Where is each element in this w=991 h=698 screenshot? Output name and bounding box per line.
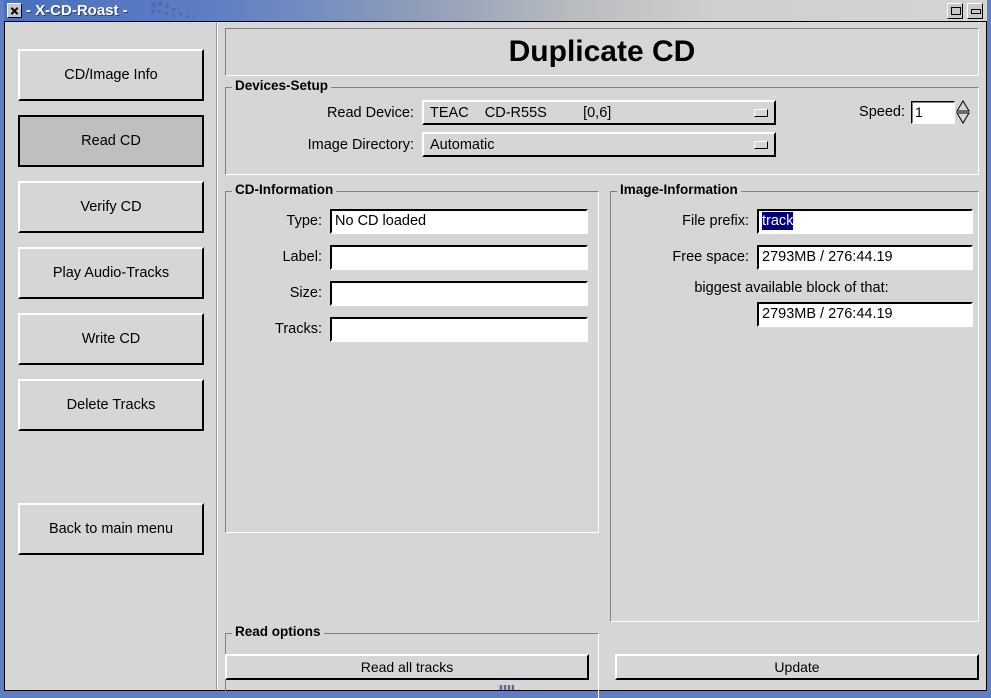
free-space-value[interactable]: 2793MB / 276:44.19 xyxy=(757,244,973,270)
page-title-frame: Duplicate CD xyxy=(225,28,979,76)
biggest-block-note: biggest available block of that: xyxy=(694,280,889,296)
sidebar-item-label: CD/Image Info xyxy=(64,67,158,83)
window-title: - X-CD-Roast - xyxy=(26,2,128,19)
cd-type-label: Type: xyxy=(286,213,322,229)
option-menu-indicator-icon xyxy=(754,141,768,149)
file-prefix-value: track xyxy=(762,211,794,230)
title-bar: - X-CD-Roast - xyxy=(4,0,987,21)
speed-label: Speed: xyxy=(859,104,905,120)
cd-size-value[interactable] xyxy=(330,280,588,306)
update-button[interactable]: Update xyxy=(615,654,979,680)
action-buttons: Read all tracks Update xyxy=(225,654,979,680)
image-directory-dropdown[interactable]: Automatic xyxy=(422,132,776,157)
sidebar-item-label: Read CD xyxy=(81,133,141,149)
sidebar-item-cd-image-info[interactable]: CD/Image Info xyxy=(18,49,204,101)
file-prefix-row: File prefix: track xyxy=(611,208,978,234)
cd-size-label: Size: xyxy=(289,285,322,301)
window-controls xyxy=(947,2,983,19)
cd-information-group: CD-Information Type: No CD loaded Label: xyxy=(225,183,599,533)
sidebar-item-delete-tracks[interactable]: Delete Tracks xyxy=(18,379,204,431)
devices-setup-legend: Devices-Setup xyxy=(232,79,332,93)
cd-information-fields: Type: No CD loaded Label: Size: Tracks: xyxy=(226,208,598,352)
minimize-icon[interactable] xyxy=(967,2,983,19)
cd-type-row: Type: No CD loaded xyxy=(226,208,598,234)
cd-tracks-label: Tracks: xyxy=(275,321,322,337)
maximize-icon[interactable] xyxy=(947,2,963,19)
app-screenshot: - X-CD-Roast - CD/Image Info Read CD Ver… xyxy=(0,0,991,698)
close-x-icon[interactable] xyxy=(7,3,22,18)
info-panels: CD-Information Type: No CD loaded Label: xyxy=(225,183,979,622)
read-all-tracks-label: Read all tracks xyxy=(360,659,454,675)
update-label: Update xyxy=(774,659,820,675)
image-directory-value: Automatic xyxy=(430,136,495,153)
image-information-fields: File prefix: track Free space: 2793MB / … xyxy=(611,208,978,328)
read-device-value: TEAC CD-R55S [0,6] xyxy=(430,104,612,121)
sidebar-item-play-audio-tracks[interactable]: Play Audio-Tracks xyxy=(18,247,204,299)
client-area: CD/Image Info Read CD Verify CD Play Aud… xyxy=(4,21,987,698)
free-space-row: Free space: 2793MB / 276:44.19 xyxy=(611,244,978,270)
back-to-main-menu-button[interactable]: Back to main menu xyxy=(18,503,204,555)
sidebar-item-label: Write CD xyxy=(81,331,141,347)
image-information-group: Image-Information File prefix: track Fre… xyxy=(610,183,979,622)
sidebar-item-read-cd[interactable]: Read CD xyxy=(18,115,204,167)
cd-label-row: Label: xyxy=(226,244,598,270)
back-button-label: Back to main menu xyxy=(48,521,174,537)
image-directory-row: Image Directory: Automatic xyxy=(226,132,978,157)
spin-arrows-icon[interactable] xyxy=(956,100,970,124)
sidebar-item-verify-cd[interactable]: Verify CD xyxy=(18,181,204,233)
sidebar-item-label: Verify CD xyxy=(80,199,142,215)
file-prefix-label: File prefix: xyxy=(682,213,749,229)
sidebar-item-label: Delete Tracks xyxy=(66,397,156,413)
sidebar-item-label: Play Audio-Tracks xyxy=(52,265,170,281)
main-inner: Duplicate CD Devices-Setup Read Device: … xyxy=(225,28,979,698)
biggest-block-spacer xyxy=(611,302,757,328)
page-title: Duplicate CD xyxy=(508,35,696,68)
cd-information-legend: CD-Information xyxy=(232,183,337,197)
sidebar-item-write-cd[interactable]: Write CD xyxy=(18,313,204,365)
option-menu-indicator-icon xyxy=(754,109,768,117)
file-prefix-input[interactable]: track xyxy=(757,208,973,234)
read-options-legend: Read options xyxy=(232,625,324,639)
read-all-tracks-button[interactable]: Read all tracks xyxy=(225,654,589,680)
cd-size-row: Size: xyxy=(226,280,598,306)
speed-input[interactable]: 1 xyxy=(911,100,955,124)
titlebar-dither-pattern xyxy=(149,0,219,21)
resize-grip[interactable] xyxy=(498,685,514,690)
cd-label-value[interactable] xyxy=(330,244,588,270)
read-device-dropdown[interactable]: TEAC CD-R55S [0,6] xyxy=(422,100,776,125)
biggest-block-row: 2793MB / 276:44.19 xyxy=(611,302,978,328)
cd-type-value[interactable]: No CD loaded xyxy=(330,208,588,234)
biggest-block-value[interactable]: 2793MB / 276:44.19 xyxy=(757,302,973,327)
sidebar-items: CD/Image Info Read CD Verify CD Play Aud… xyxy=(18,49,204,569)
speed-control: Speed: 1 xyxy=(859,100,970,124)
cd-label-label: Label: xyxy=(282,249,322,265)
main-content: Duplicate CD Devices-Setup Read Device: … xyxy=(217,22,986,698)
cd-tracks-row: Tracks: xyxy=(226,316,598,342)
read-device-label: Read Device: xyxy=(326,104,414,121)
devices-setup-group: Devices-Setup Read Device: TEAC CD-R55S … xyxy=(225,79,979,175)
image-information-legend: Image-Information xyxy=(617,183,741,197)
window-frame: - X-CD-Roast - CD/Image Info Read CD Ver… xyxy=(0,0,991,698)
cd-tracks-value[interactable] xyxy=(330,316,588,342)
image-directory-label: Image Directory: xyxy=(307,136,414,153)
free-space-label: Free space: xyxy=(672,249,749,265)
sidebar: CD/Image Info Read CD Verify CD Play Aud… xyxy=(5,22,217,690)
